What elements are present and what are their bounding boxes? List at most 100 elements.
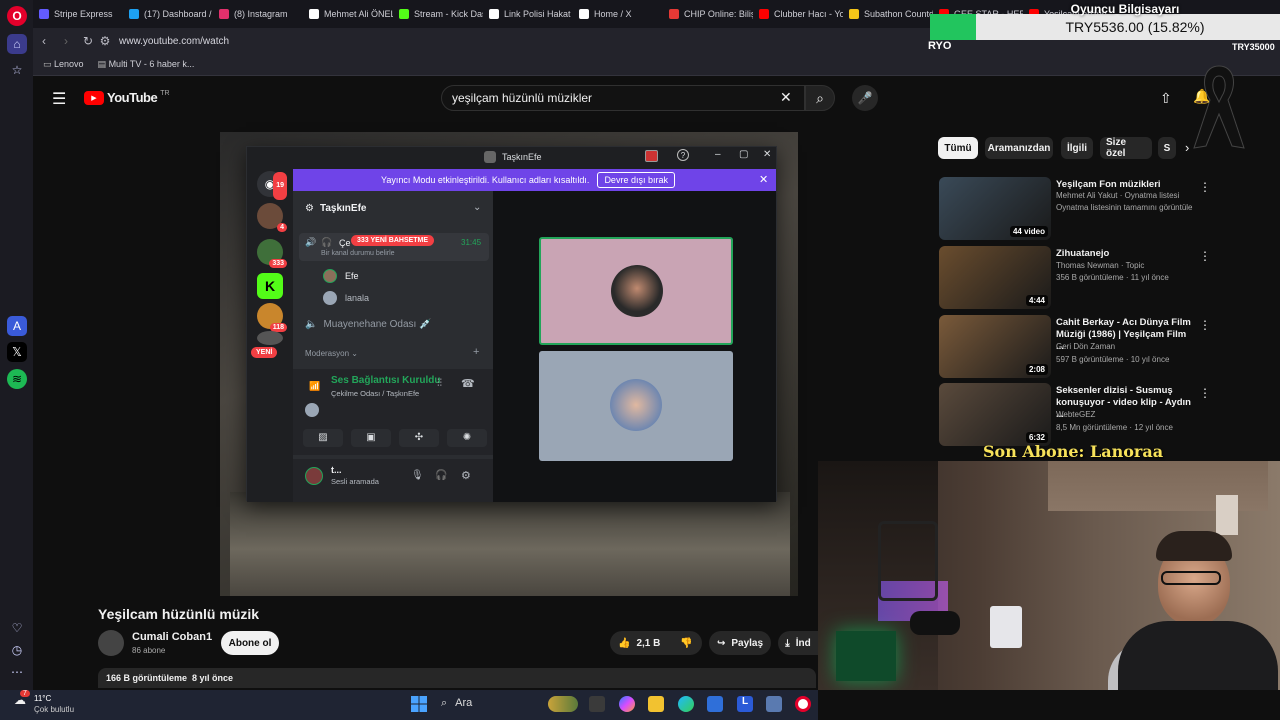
chip-more[interactable]: S — [1158, 137, 1176, 159]
dislike-button[interactable]: 👎 — [680, 638, 692, 649]
video-description-stats[interactable]: 166 B görüntüleme 8 yıl önce — [98, 668, 816, 688]
browser-tab[interactable]: (17) Dashboard / St — [123, 2, 213, 26]
server-avatar[interactable]: 4 — [257, 203, 287, 232]
recommended-video[interactable]: 6:32 Seksenler dizisi - Susmuş konuşuyor … — [939, 383, 1219, 449]
maximize-icon[interactable]: ▢ — [739, 149, 748, 160]
more-icon[interactable]: ⋯ — [7, 662, 27, 682]
browser-tab[interactable]: Link Polisi Hakat v1 — [483, 2, 573, 26]
chips-next-icon[interactable]: › — [1185, 140, 1189, 155]
help-icon[interactable]: ? — [677, 149, 689, 161]
aria-icon[interactable]: A — [7, 316, 27, 336]
share-button[interactable]: ↪ Paylaş — [709, 631, 771, 655]
hamburger-menu-icon[interactable]: ☰ — [52, 89, 66, 109]
voice-channel-active[interactable]: 🔊 🎧 Çe 333 YENİ BAHSETME 31:45 Bir kanal… — [299, 233, 489, 261]
add-channel-icon[interactable]: + — [473, 346, 479, 358]
chip-from-search[interactable]: Aramanızdan — [985, 137, 1053, 159]
copilot-icon[interactable] — [619, 696, 635, 712]
screen-share-icon[interactable]: ▣ — [351, 429, 391, 447]
disable-streamer-mode-button[interactable]: Devre dışı bırak — [597, 172, 675, 188]
video-thumbnail[interactable]: 44 video — [939, 177, 1051, 240]
video-thumbnail[interactable]: 4:44 — [939, 246, 1051, 309]
weather-widget[interactable]: ☁ 7 — [14, 690, 30, 707]
bookmark-multitv[interactable]: ▤ Multi TV - 6 haber k... — [98, 59, 195, 70]
category-header[interactable]: Moderasyon ⌄ — [305, 349, 358, 358]
search-button[interactable]: ⌕ — [805, 85, 835, 111]
inbox-icon[interactable] — [645, 150, 658, 162]
like-button[interactable]: 👍 2,1 B — [618, 638, 660, 649]
video-title[interactable]: Zihuatanejo — [1056, 248, 1196, 260]
chip-all[interactable]: Tümü — [938, 137, 978, 159]
url-field[interactable]: www.youtube.com/watch — [119, 36, 229, 47]
x-twitter-icon[interactable]: 𝕏 — [7, 342, 27, 362]
upload-icon[interactable]: ⇧ — [1160, 90, 1172, 107]
browser-tab[interactable]: Home / X — [573, 2, 663, 26]
store-icon[interactable] — [707, 696, 723, 712]
voice-search-button[interactable]: 🎤 — [852, 85, 878, 111]
voice-member[interactable]: lanala — [323, 291, 369, 305]
back-icon[interactable]: ‹ — [33, 34, 55, 48]
chevron-down-icon[interactable]: ⌄ — [473, 202, 481, 213]
forward-icon[interactable]: › — [55, 34, 77, 48]
server-avatar[interactable] — [257, 331, 283, 345]
task-view-icon[interactable] — [589, 696, 605, 712]
disconnect-icon[interactable]: ☎ — [461, 377, 475, 390]
file-explorer-icon[interactable] — [648, 696, 664, 712]
video-title[interactable]: Yeşilçam Fon müzikleri — [1056, 179, 1196, 191]
site-info-icon[interactable]: ⚙ — [99, 34, 111, 48]
participant-tile[interactable] — [539, 351, 733, 461]
signal-icon[interactable]: 📶 — [309, 381, 320, 392]
more-options-icon[interactable]: ⋮ — [1199, 249, 1211, 263]
spotify-icon[interactable]: ≋ — [7, 369, 27, 389]
taskbar-search[interactable]: ⌕ Ara — [441, 697, 472, 710]
browser-tab[interactable]: Stripe Express — [33, 2, 123, 26]
browser-tab[interactable]: Stream - Kick Dash — [393, 2, 483, 26]
channel-name[interactable]: WebteGEZ — [1056, 410, 1095, 419]
discord-home-icon[interactable]: ◉ 19 — [257, 171, 287, 200]
browser-tab[interactable]: Clubber Hacı - YouT — [753, 2, 843, 26]
opera-icon[interactable] — [795, 696, 811, 712]
close-banner-icon[interactable]: ✕ — [759, 173, 768, 186]
voice-channel[interactable]: 🔈 Muayenehane Odası 💉 — [305, 319, 432, 330]
server-avatar[interactable]: 333 — [257, 239, 287, 268]
server-avatar[interactable]: 118 — [257, 303, 287, 332]
heart-icon[interactable]: ♡ — [7, 618, 27, 638]
history-icon[interactable]: ◷ — [7, 640, 27, 660]
browser-tab[interactable]: Subathon Countdo — [843, 2, 933, 26]
recommended-video[interactable]: 2:08 Cahit Berkay - Acı Dünya Film Müziği… — [939, 315, 1219, 381]
more-options-icon[interactable]: ⋮ — [1199, 318, 1211, 332]
channel-name[interactable]: Geri Dön Zaman — [1056, 342, 1115, 351]
subscribe-button[interactable]: Abone ol — [221, 631, 279, 655]
start-windows-icon[interactable] — [411, 696, 427, 712]
search-input[interactable]: yeşilçam hüzünlü müzikler — [441, 85, 805, 111]
headphones-icon[interactable]: 🎧 — [435, 470, 447, 481]
chip-related[interactable]: İlgili — [1061, 137, 1093, 159]
recommended-video[interactable]: 4:44 Zihuatanejo Thomas Newman · Topic 356 … — [939, 246, 1219, 312]
video-off-icon[interactable]: ▨ — [303, 429, 343, 447]
server-header[interactable]: ⚙ TaşkınEfe — [305, 203, 366, 214]
channel-name[interactable]: Mehmet Ali Yakut · Oynatma listesi — [1056, 191, 1179, 200]
channel-name[interactable]: Thomas Newman · Topic — [1056, 261, 1144, 270]
noise-icon[interactable]: ⫶⫶ — [437, 378, 442, 389]
pin-icon[interactable]: ☆ — [7, 60, 27, 80]
channel-avatar[interactable] — [98, 630, 124, 656]
search-highlight-icon[interactable] — [548, 696, 578, 712]
video-thumbnail[interactable]: 2:08 — [939, 315, 1051, 378]
edge-icon[interactable] — [678, 696, 694, 712]
kick-server-icon[interactable]: K — [257, 273, 283, 299]
channel-status-hint[interactable]: Bir kanal durumu belirle — [321, 250, 395, 257]
youtube-logo[interactable]: ▶ YouTube TR — [84, 90, 170, 105]
activities-icon[interactable]: ✣ — [399, 429, 439, 447]
opera-logo-icon[interactable]: O — [7, 6, 27, 26]
browser-tab[interactable]: (8) Instagram — [213, 2, 303, 26]
clear-search-icon[interactable]: ✕ — [780, 89, 792, 106]
participant-tile-speaking[interactable] — [539, 237, 733, 345]
chip-for-you[interactable]: Size özel — [1100, 137, 1152, 159]
browser-tab[interactable]: CHIP Online: Bilişim — [663, 2, 753, 26]
avatar[interactable] — [305, 467, 323, 485]
reload-icon[interactable]: ↻ — [77, 34, 99, 48]
more-options-icon[interactable]: ⋮ — [1199, 386, 1211, 400]
minimize-icon[interactable]: – — [715, 149, 721, 160]
browser-tab[interactable]: Mehmet Ali ÖNEL — [303, 2, 393, 26]
home-icon[interactable]: ⌂ — [7, 34, 27, 54]
lenovo-vantage-icon[interactable]: L — [737, 696, 753, 712]
